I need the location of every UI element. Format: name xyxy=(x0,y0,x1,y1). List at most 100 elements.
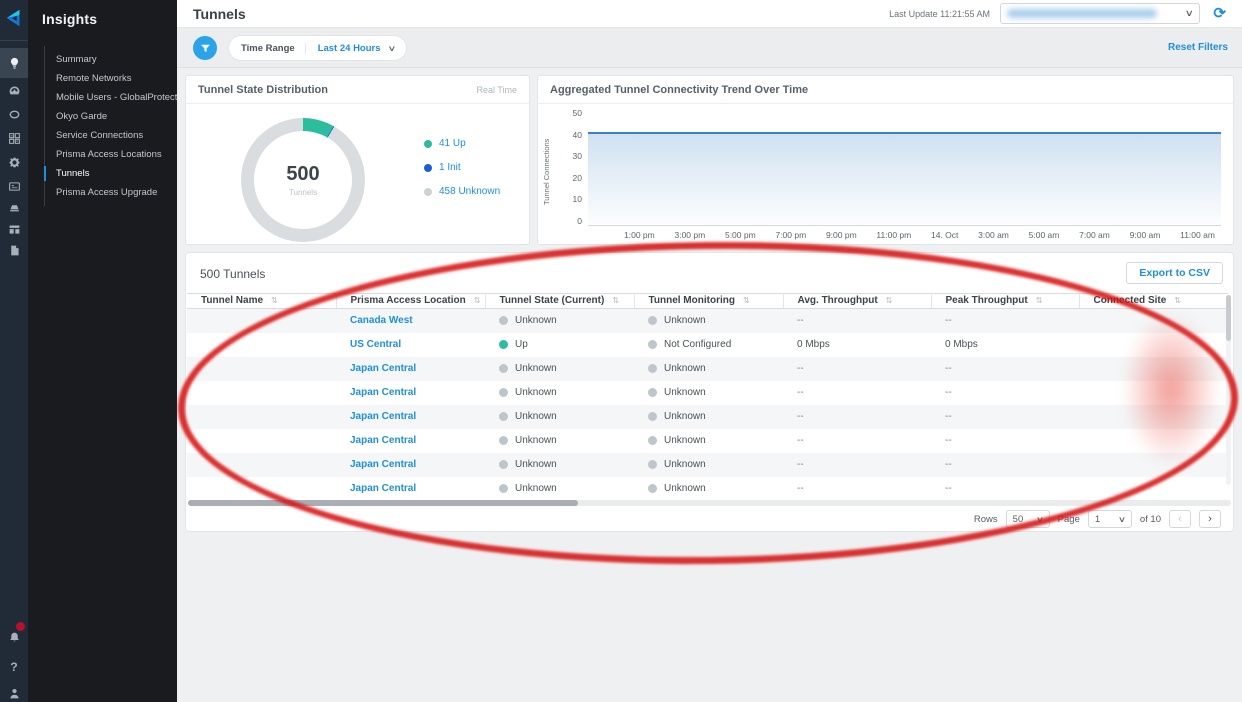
dashboard-gauge-icon[interactable] xyxy=(0,78,28,102)
col-header-location[interactable]: Prisma Access Location⇅ xyxy=(336,294,485,309)
col-header-connected-site[interactable]: Connected Site⇅ xyxy=(1079,294,1228,309)
settings-gear-icon[interactable] xyxy=(0,150,28,174)
table-row[interactable]: US Central Up Not Configured 0 Mbps 0 Mb… xyxy=(187,333,1228,357)
tenant-selector[interactable]: ∨ xyxy=(1000,3,1200,24)
tunnels-table-card: 500 Tunnels Export to CSV Tunnel Name⇅ P… xyxy=(185,252,1234,532)
filter-funnel-button[interactable] xyxy=(193,36,217,60)
page-total-label: of 10 xyxy=(1140,514,1161,525)
sort-icon[interactable]: ⇅ xyxy=(612,296,619,305)
horizontal-scrollbar[interactable] xyxy=(188,500,1231,506)
location-link[interactable]: Japan Central xyxy=(350,435,416,446)
location-link[interactable]: Japan Central xyxy=(350,411,416,422)
table-row[interactable]: Japan Central Unknown Unknown -- -- xyxy=(187,381,1228,405)
y-tick: 0 xyxy=(577,216,582,226)
card-title: Tunnel State Distribution xyxy=(198,84,328,96)
time-range-filter[interactable]: Time Range Last 24 Hours ∨ xyxy=(229,36,406,60)
pagination: Rows 50∨ Page 1∨ of 10 ‹ › xyxy=(974,510,1221,528)
state-dot-unknown xyxy=(499,316,508,325)
sidebar-item-mobile-users[interactable]: Mobile Users - GlobalProtect xyxy=(45,88,185,107)
table-row[interactable]: Japan Central Unknown Unknown -- -- xyxy=(187,453,1228,477)
reset-filters-link[interactable]: Reset Filters xyxy=(1168,42,1228,53)
reports-doc-icon[interactable] xyxy=(0,238,28,262)
account-person-icon[interactable] xyxy=(0,681,28,702)
col-header-avg-throughput[interactable]: Avg. Throughput⇅ xyxy=(783,294,931,309)
x-tick: 9:00 am xyxy=(1130,230,1161,240)
card-header: Aggregated Tunnel Connectivity Trend Ove… xyxy=(538,76,1233,104)
y-tick: 30 xyxy=(573,151,582,161)
sort-icon[interactable]: ⇅ xyxy=(474,296,481,305)
horizontal-scrollbar-thumb[interactable] xyxy=(188,500,578,506)
license-card-icon[interactable] xyxy=(0,174,28,198)
donut-chart[interactable]: 500 Tunnels xyxy=(241,118,365,242)
sidebar-item-okyo-garde[interactable]: Okyo Garde xyxy=(45,107,185,126)
next-page-button[interactable]: › xyxy=(1199,510,1221,528)
vertical-scrollbar[interactable] xyxy=(1226,295,1231,485)
notifications-bell-icon[interactable] xyxy=(0,625,28,649)
state-dot-unknown xyxy=(499,436,508,445)
table-row[interactable]: Japan Central Unknown Unknown -- -- xyxy=(187,357,1228,381)
table-row-count: 500 Tunnels xyxy=(200,267,265,281)
app-icon-rail: ? xyxy=(0,0,28,702)
table-row[interactable]: Japan Central Unknown Unknown -- -- xyxy=(187,477,1228,501)
tunnel-state-distribution-card: Tunnel State Distribution Real Time 500 … xyxy=(185,75,530,245)
export-to-csv-button[interactable]: Export to CSV xyxy=(1126,262,1223,284)
legend-item-up[interactable]: 41 Up xyxy=(424,138,500,149)
table-toolbar: 500 Tunnels Export to CSV xyxy=(186,253,1233,293)
insights-lightbulb-icon[interactable] xyxy=(0,48,28,78)
sidebar-item-remote-networks[interactable]: Remote Networks xyxy=(45,69,185,88)
table-row[interactable]: Canada West Unknown Unknown -- -- xyxy=(187,309,1228,333)
x-tick: 14. Oct xyxy=(931,230,958,240)
trend-plot-area[interactable] xyxy=(588,112,1221,226)
sidebar-item-summary[interactable]: Summary xyxy=(45,50,185,69)
monitoring-dot xyxy=(648,460,657,469)
location-link[interactable]: Japan Central xyxy=(350,387,416,398)
legend-label: 41 Up xyxy=(439,138,466,149)
col-header-state[interactable]: Tunnel State (Current)⇅ xyxy=(485,294,634,309)
apps-grid-icon[interactable] xyxy=(0,126,28,150)
y-tick: 40 xyxy=(573,130,582,140)
nav-panel-title: Insights xyxy=(28,0,177,27)
prev-page-button[interactable]: ‹ xyxy=(1169,510,1191,528)
location-link[interactable]: Japan Central xyxy=(350,459,416,470)
location-link[interactable]: Japan Central xyxy=(350,363,416,374)
legend-label: 1 Init xyxy=(439,162,461,173)
table-row[interactable]: Japan Central Unknown Unknown -- -- xyxy=(187,429,1228,453)
sidebar-item-service-connections[interactable]: Service Connections xyxy=(45,126,185,145)
state-dot-up xyxy=(499,340,508,349)
sidebar-item-tunnels[interactable]: Tunnels xyxy=(45,164,185,183)
tenant-name-redacted xyxy=(1007,9,1157,18)
last-update-text: Last Update 11:21:55 AM xyxy=(889,9,990,19)
rows-per-page-select[interactable]: 50∨ xyxy=(1006,510,1050,528)
col-header-peak-throughput[interactable]: Peak Throughput⇅ xyxy=(931,294,1079,309)
col-header-monitoring[interactable]: Tunnel Monitoring⇅ xyxy=(634,294,783,309)
sidebar-item-prisma-access-upgrade[interactable]: Prisma Access Upgrade xyxy=(45,183,185,202)
location-link[interactable]: Japan Central xyxy=(350,483,416,494)
sort-icon[interactable]: ⇅ xyxy=(1174,296,1181,305)
location-link[interactable]: Canada West xyxy=(350,315,413,326)
sidebar-item-prisma-access-locations[interactable]: Prisma Access Locations xyxy=(45,145,185,164)
donut-total-value: 500 xyxy=(286,163,319,186)
col-header-tunnel-name[interactable]: Tunnel Name⇅ xyxy=(187,294,336,309)
location-link[interactable]: US Central xyxy=(350,339,401,350)
main-content: Tunnels Last Update 11:21:55 AM ∨ ⟳ Time… xyxy=(177,0,1242,702)
vertical-scrollbar-thumb[interactable] xyxy=(1226,295,1231,341)
prisma-logo-icon[interactable] xyxy=(3,7,25,29)
page-select[interactable]: 1∨ xyxy=(1088,510,1132,528)
state-dot-unknown xyxy=(499,364,508,373)
monitoring-dot xyxy=(648,436,657,445)
state-dot-unknown xyxy=(499,484,508,493)
sort-icon[interactable]: ⇅ xyxy=(743,296,750,305)
help-question-icon[interactable]: ? xyxy=(0,655,28,679)
sort-icon[interactable]: ⇅ xyxy=(271,296,278,305)
sort-icon[interactable]: ⇅ xyxy=(1036,296,1043,305)
sort-icon[interactable]: ⇅ xyxy=(886,296,893,305)
legend-item-unknown[interactable]: 458 Unknown xyxy=(424,186,500,197)
sase-circle-icon[interactable] xyxy=(0,102,28,126)
refresh-icon[interactable]: ⟳ xyxy=(1213,4,1226,22)
legend-item-init[interactable]: 1 Init xyxy=(424,162,500,173)
state-dot-unknown xyxy=(499,412,508,421)
table-header-row: Tunnel Name⇅ Prisma Access Location⇅ Tun… xyxy=(187,294,1228,309)
time-range-value[interactable]: Last 24 Hours xyxy=(306,43,389,54)
table-row[interactable]: Japan Central Unknown Unknown -- -- xyxy=(187,405,1228,429)
rail-divider xyxy=(0,40,28,41)
